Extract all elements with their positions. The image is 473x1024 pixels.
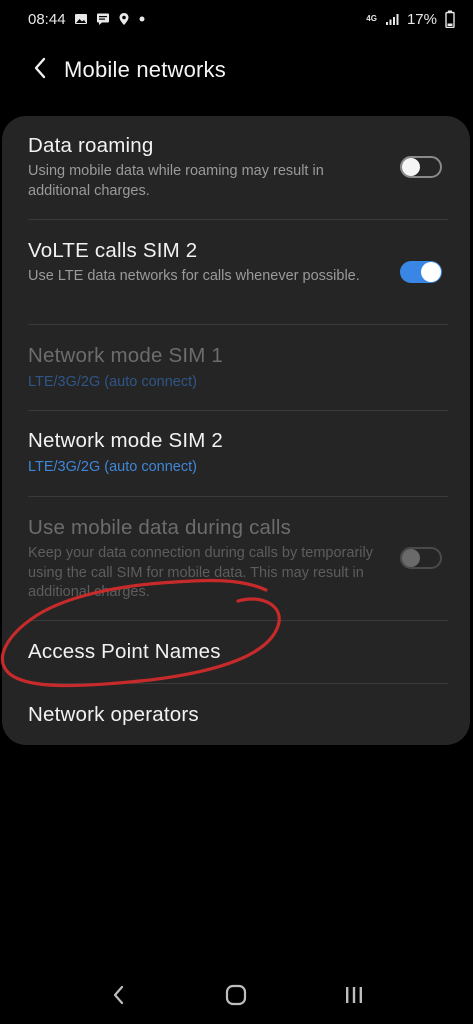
screen: 08:44 4G 17% Mobile networks Data roamin… [0, 0, 473, 1024]
mobile-data-calls-toggle[interactable] [400, 547, 442, 569]
status-left: 08:44 [28, 11, 146, 28]
network-type-label: 4G [366, 14, 377, 23]
divider [28, 683, 448, 684]
divider [28, 496, 448, 497]
back-arrow-icon [33, 57, 47, 84]
mobile-data-calls-title: Use mobile data during calls [28, 516, 292, 539]
data-roaming-subtitle: Using mobile data while roaming may resu… [28, 163, 324, 199]
status-bar: 08:44 4G 17% [0, 0, 473, 38]
battery-percent: 17% [406, 10, 437, 28]
setting-access-point-names[interactable]: Access Point Names [2, 640, 470, 664]
app-header: Mobile networks [0, 50, 473, 90]
navigation-bar [0, 970, 473, 1024]
network-mode-sim1-value: LTE/3G/2G (auto connect) [28, 374, 197, 390]
volte-title: VoLTE calls SIM 2 [28, 239, 198, 262]
divider [28, 219, 448, 220]
mobile-data-calls-subtitle: Keep your data connection during calls b… [28, 545, 373, 600]
divider [28, 324, 448, 325]
recents-icon [343, 985, 365, 1010]
signal-icon [385, 12, 399, 26]
network-mode-sim2-title: Network mode SIM 2 [28, 429, 223, 452]
dot-icon [138, 15, 146, 23]
battery-icon [445, 10, 455, 28]
back-icon [112, 985, 126, 1010]
nav-recents-button[interactable] [324, 977, 384, 1017]
toggle-knob [402, 549, 420, 567]
status-time: 08:44 [28, 10, 66, 28]
image-icon [74, 12, 88, 26]
setting-volte-sim2[interactable]: VoLTE calls SIM 2 Use LTE data networks … [2, 239, 470, 287]
data-roaming-toggle[interactable] [400, 156, 442, 178]
status-right: 4G 17% [366, 10, 455, 28]
setting-network-operators[interactable]: Network operators [2, 703, 470, 727]
nav-home-button[interactable] [206, 977, 266, 1017]
page-title: Mobile networks [64, 57, 226, 82]
home-icon [225, 984, 247, 1011]
data-roaming-title: Data roaming [28, 134, 154, 157]
toggle-knob [421, 262, 441, 282]
setting-network-mode-sim2[interactable]: Network mode SIM 2 LTE/3G/2G (auto conne… [2, 429, 470, 478]
volte-subtitle: Use LTE data networks for calls whenever… [28, 268, 360, 284]
setting-network-mode-sim1[interactable]: Network mode SIM 1 LTE/3G/2G (auto conne… [2, 344, 470, 393]
message-icon [96, 12, 110, 26]
divider [28, 410, 448, 411]
location-icon [118, 12, 130, 26]
network-mode-sim1-title: Network mode SIM 1 [28, 344, 223, 367]
settings-card: Data roaming Using mobile data while roa… [2, 116, 470, 745]
back-button[interactable] [20, 50, 60, 90]
nav-back-button[interactable] [89, 977, 149, 1017]
toggle-knob [402, 158, 420, 176]
divider [28, 620, 448, 621]
access-point-names-title: Access Point Names [28, 640, 221, 663]
network-mode-sim2-value: LTE/3G/2G (auto connect) [28, 459, 197, 475]
network-operators-title: Network operators [28, 703, 199, 726]
volte-toggle[interactable] [400, 261, 442, 283]
